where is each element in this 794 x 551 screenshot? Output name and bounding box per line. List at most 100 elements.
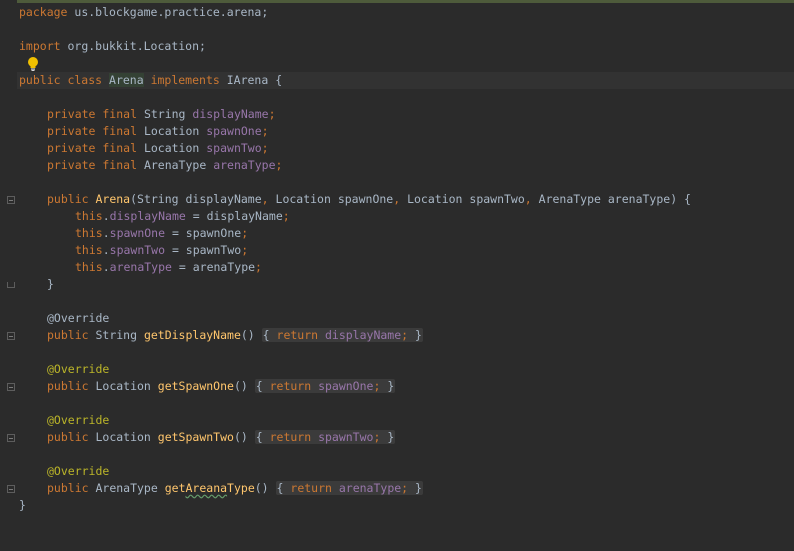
code-line-close-class: } — [19, 498, 26, 512]
semicolon: ; — [268, 107, 276, 121]
class-name[interactable]: Arena — [109, 73, 144, 87]
code-line-field[interactable]: private final ArenaType arenaType; — [47, 157, 282, 174]
fold-icon[interactable] — [7, 196, 15, 204]
semicolon: ; — [241, 243, 249, 257]
code-line-getter[interactable]: public String getDisplayName() { return … — [47, 327, 423, 344]
method-name: getDisplayName — [143, 328, 241, 342]
fold-icon[interactable] — [7, 332, 15, 340]
parameter: (String displayName — [130, 192, 262, 206]
semicolon: ; — [255, 260, 262, 274]
folded-method-body[interactable]: { return spawnOne; } — [254, 379, 396, 393]
type-name: Location — [95, 379, 158, 393]
close-brace: } — [408, 328, 422, 342]
keyword: public — [47, 481, 96, 495]
keyword: this — [75, 243, 103, 257]
assignment: = spawnTwo — [165, 243, 242, 257]
constructor-name: Arena — [95, 192, 131, 206]
parens: () — [254, 481, 276, 495]
code-line-constructor[interactable]: public Arena(String displayName, Locatio… — [47, 191, 691, 208]
field-name: spawnOne — [206, 124, 262, 138]
code-line-field[interactable]: private final String displayName; — [47, 106, 276, 123]
keyword: private final — [47, 124, 144, 138]
code-line-import[interactable]: import org.bukkit.Location; — [19, 38, 206, 55]
type-name: String — [143, 107, 193, 121]
open-brace: { — [255, 430, 270, 444]
folded-method-body[interactable]: { return arenaType; } — [275, 481, 423, 495]
parameter: ArenaType arenaType) { — [531, 192, 691, 206]
field-name: displayName — [109, 209, 186, 223]
method-name-part: Type — [227, 481, 255, 495]
open-brace: { — [262, 328, 277, 342]
type-name: Location — [143, 141, 207, 155]
assignment: = displayName — [185, 209, 283, 223]
keyword: return — [269, 430, 319, 444]
fold-end-icon[interactable] — [7, 282, 15, 288]
parens: () — [233, 379, 255, 393]
code-line-package[interactable]: package us.blockgame.practice.arena; — [19, 4, 268, 21]
keyword: return — [269, 379, 319, 393]
code-line-assignment[interactable]: this.spawnOne = spawnOne; — [75, 225, 248, 242]
parameter: Location spawnOne — [268, 192, 394, 206]
keyword: package — [19, 5, 68, 19]
lightbulb-icon[interactable] — [27, 56, 39, 72]
field-name: displayName — [192, 107, 269, 121]
semicolon: ; — [275, 158, 283, 172]
assignment: = spawnOne — [165, 226, 242, 240]
type-name: ArenaType — [95, 481, 165, 495]
annotation: @Override — [47, 362, 110, 376]
keyword: public — [47, 192, 96, 206]
semicolon: ; — [261, 124, 269, 138]
keyword: public class — [19, 73, 110, 87]
code-line-field[interactable]: private final Location spawnOne; — [47, 123, 269, 140]
semicolon: ; — [241, 226, 249, 240]
annotation: @Override — [47, 311, 110, 325]
import-path: org.bukkit.Location; — [60, 39, 206, 53]
field-name: arenaType — [213, 158, 276, 172]
code-line-getter[interactable]: public Location getSpawnTwo() { return s… — [47, 429, 396, 446]
fold-icon[interactable] — [7, 485, 15, 493]
keyword: return — [290, 481, 339, 495]
parens: () — [233, 430, 255, 444]
code-line-assignment[interactable]: this.displayName = displayName; — [75, 208, 290, 225]
method-name: getAreanaType — [165, 481, 255, 495]
annotation: @Override — [47, 464, 110, 478]
code-line-field[interactable]: private final Location spawnTwo; — [47, 140, 269, 157]
keyword: this — [75, 226, 103, 240]
field-name: spawnOne — [318, 379, 374, 393]
field-name: spawnOne — [109, 226, 166, 240]
parameter: Location spawnTwo — [400, 192, 525, 206]
folded-method-body[interactable]: { return spawnTwo; } — [254, 430, 396, 444]
type-name: ArenaType — [143, 158, 214, 172]
code-line-assignment[interactable]: this.spawnTwo = spawnTwo; — [75, 242, 248, 259]
keyword: implements — [143, 73, 227, 87]
keyword: return — [276, 328, 325, 342]
code-line-class-declaration[interactable]: public class Arena implements IArena { — [19, 72, 282, 89]
code-line-assignment[interactable]: this.arenaType = arenaType; — [75, 259, 262, 276]
field-name: arenaType — [338, 481, 402, 495]
open-brace: { — [276, 481, 291, 495]
code-line-getter[interactable]: public Location getSpawnOne() { return s… — [47, 378, 396, 395]
type-name: Location — [143, 124, 207, 138]
package-name: us.blockgame.practice.arena; — [67, 5, 269, 19]
comma: , — [524, 192, 532, 206]
code-line-close-brace: } — [47, 277, 54, 291]
semicolon: ; — [282, 209, 290, 223]
close-brace: } — [380, 430, 395, 444]
folded-method-body[interactable]: { return displayName; } — [261, 328, 423, 342]
type-name: String — [95, 328, 144, 342]
dot: . — [102, 209, 110, 223]
code-editor[interactable]: package us.blockgame.practice.arena; imp… — [0, 0, 794, 551]
interface-name: IArena { — [226, 73, 283, 87]
typo-highlight[interactable]: Areana — [186, 481, 228, 495]
keyword: this — [75, 209, 103, 223]
close-brace: } — [380, 379, 395, 393]
open-brace: { — [255, 379, 270, 393]
comma: , — [261, 192, 269, 206]
code-line-getter[interactable]: public ArenaType getAreanaType() { retur… — [47, 480, 423, 497]
editor-gutter — [0, 0, 17, 551]
fold-icon[interactable] — [7, 434, 15, 442]
keyword: private final — [47, 158, 144, 172]
keyword: public — [47, 328, 96, 342]
fold-icon[interactable] — [7, 383, 15, 391]
assignment: = arenaType — [171, 260, 256, 274]
